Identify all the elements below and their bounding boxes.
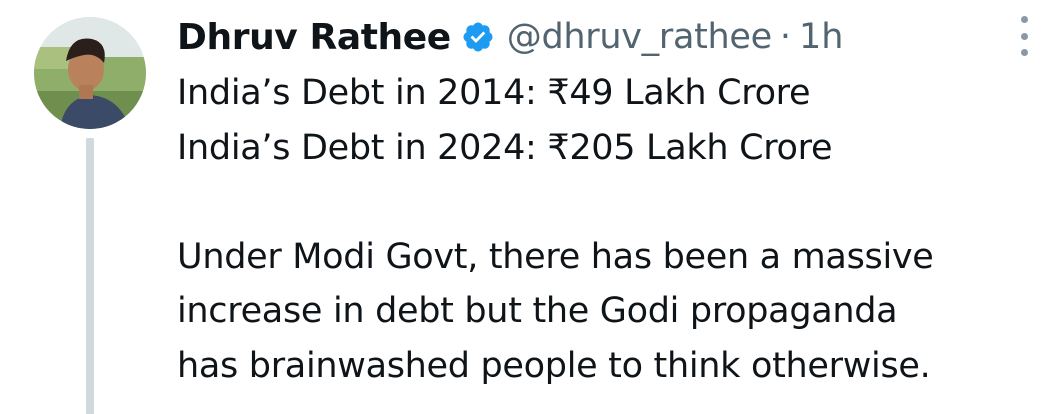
- more-options-icon[interactable]: [1012, 14, 1036, 58]
- tweet-line-debt-2024: India’s Debt in 2024: ₹205 Lakh Crore: [177, 127, 833, 168]
- author-handle[interactable]: @dhruv_rathee: [507, 17, 772, 57]
- tweet-paragraph-line: increase in debt but the Godi propaganda: [177, 291, 898, 331]
- tweet-text: India’s Debt in 2014: ₹49 Lakh Crore Ind…: [177, 66, 1037, 393]
- timestamp[interactable]: 1h: [799, 17, 843, 57]
- avatar-image: [34, 17, 146, 129]
- separator-dot: ·: [779, 17, 792, 57]
- thread-line: [86, 138, 94, 414]
- more-dot: [1020, 32, 1028, 40]
- verified-badge-icon: [461, 20, 495, 54]
- author-name[interactable]: Dhruv Rathee: [177, 17, 451, 58]
- more-dot: [1020, 16, 1028, 23]
- more-dot: [1020, 49, 1028, 56]
- tweet-paragraph-line: has brainwashed people to think otherwis…: [177, 345, 931, 386]
- tweet-header: Dhruv Rathee @dhruv_rathee · 1h: [177, 12, 843, 62]
- avatar[interactable]: [34, 17, 146, 129]
- tweet-line-debt-2014: India’s Debt in 2014: ₹49 Lakh Crore: [177, 73, 811, 113]
- tweet: Dhruv Rathee @dhruv_rathee · 1h India’s …: [0, 0, 1049, 414]
- tweet-paragraph-line: Under Modi Govt, there has been a massiv…: [177, 236, 934, 277]
